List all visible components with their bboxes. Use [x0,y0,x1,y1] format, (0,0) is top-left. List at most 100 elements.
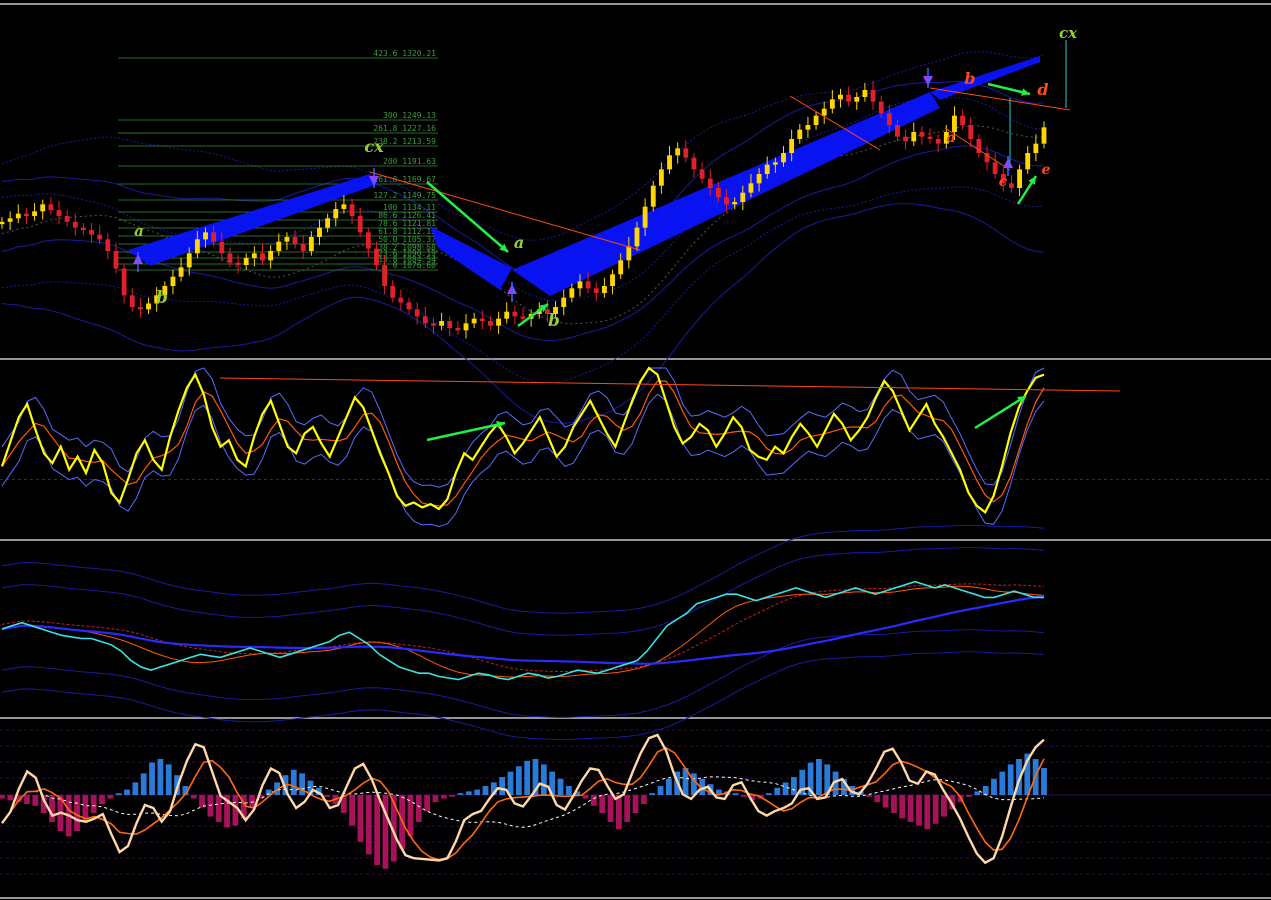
histogram-bar [657,786,664,795]
candle-body [0,221,5,225]
candle-body [422,316,428,324]
trend-line [929,87,1071,111]
candle-body [740,192,746,202]
fib-level-label: 200 1191.63 [383,157,436,166]
histogram-bar [649,793,656,795]
histogram-bar [474,789,481,795]
candle-body [113,251,119,269]
candle-body [414,309,420,317]
candle-body [658,169,664,186]
candle-body [137,307,143,310]
histogram-bar [190,795,197,799]
histogram-bar [866,795,872,797]
candle-body [789,139,795,153]
candle-body [40,204,46,212]
candle-body [561,297,567,307]
candle-body [601,286,607,293]
candle-body [520,316,526,319]
candle-body [317,227,322,237]
macd-panel[interactable] [0,729,1271,875]
wave-label: c [999,174,1008,190]
histogram-bar [782,782,789,795]
histogram-bar [974,791,981,795]
candle-body [927,136,933,139]
candle-body [886,113,892,125]
candle-body [439,321,445,326]
candle-body [243,258,249,265]
histogram-bar [49,795,55,822]
price-panel[interactable]: 423.6 1320.21300 1249.13261.8 1227.16238… [0,40,1071,424]
candle-body [219,241,225,254]
candle-body [292,237,298,244]
wave-channel [512,92,940,296]
candle-body [626,246,632,261]
histogram-bar [449,795,456,797]
candle-body [642,206,648,228]
candle-body [1017,169,1023,188]
candle-body [406,302,412,310]
candle-body [357,216,363,233]
candle-body [699,169,705,179]
candle-body [764,164,770,174]
candle-body [585,281,591,289]
histogram-bar [607,795,614,822]
histogram-bar [415,795,422,822]
wave-label: cx [364,137,384,156]
histogram-bar [524,760,531,795]
rsi-band-line [1,547,1045,636]
histogram-bar [991,778,997,795]
candle-body [1009,183,1014,188]
histogram-bar [540,764,547,795]
wave-channel [430,226,512,290]
histogram-bar [874,795,881,803]
candle-body [715,188,721,198]
histogram-bar [299,773,305,795]
histogram-bar [966,795,972,797]
trading-chart[interactable]: 423.6 1320.21300 1249.13261.8 1227.16238… [0,0,1271,900]
histogram-bar [457,793,464,795]
histogram-bar [32,795,39,806]
histogram-bar [115,793,122,795]
histogram-bar [640,795,647,804]
candle-body [48,204,54,211]
candle-body [97,234,103,240]
candle-body [569,288,575,298]
candle-body [333,209,339,219]
candle-body [178,267,184,277]
candle-body [32,211,37,216]
candle-body [862,90,868,97]
histogram-bar [1041,768,1047,795]
histogram-bar [499,777,506,795]
stochastic-panel[interactable] [0,366,1271,528]
fib-level-label: 0 1076.60 [393,261,437,270]
histogram-bar [590,795,597,806]
histogram-bar [999,771,1006,795]
candle-body [203,232,208,240]
histogram-bar [1007,764,1014,795]
histogram-bar [249,795,255,808]
histogram-bar [882,795,889,808]
candle-body [496,318,502,326]
histogram-bar [899,795,906,819]
candle-body [821,108,827,116]
histogram-bar [941,795,947,817]
candle-body [813,115,819,125]
candle-body [935,139,941,144]
trend-line [219,377,1121,392]
candle-body [911,132,917,142]
fib-level-label: 127.2 1149.75 [373,191,436,200]
fib-level-label: 300 1249.13 [383,111,436,120]
histogram-bar [124,789,130,795]
candle-body [235,262,241,265]
rsi-band-line [1,524,1045,614]
candle-body [365,232,371,249]
stoch-band-line [1,393,1045,528]
candle-body [846,94,852,102]
rsi-panel[interactable] [1,524,1045,740]
annotation-layer: a b cx a b b d a c e cx [134,24,1078,331]
candle-body [691,157,697,170]
candle-body [64,216,70,222]
candle-body [895,125,900,137]
histogram-bar [732,793,739,795]
candle-body [398,297,404,303]
